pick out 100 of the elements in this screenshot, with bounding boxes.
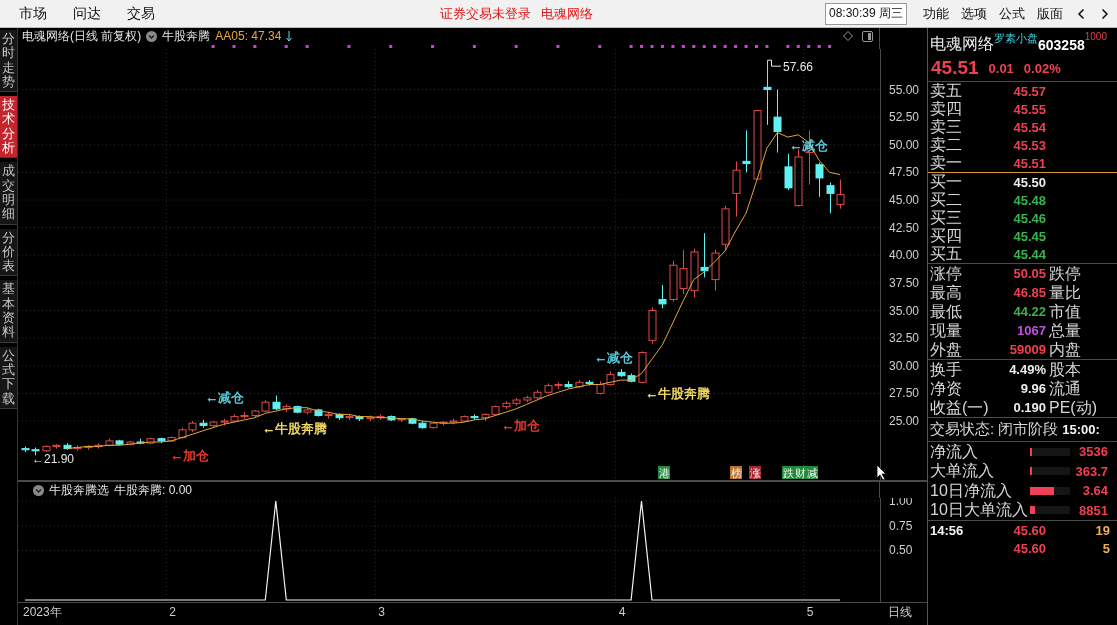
axis-label: 40.00 [889, 248, 920, 263]
book-label: 买一 [930, 174, 963, 190]
stat-label: 现量 [930, 322, 963, 339]
date-label: 3 [378, 605, 385, 619]
book-label: 卖五 [930, 83, 963, 99]
book-price: 45.46 [1012, 210, 1046, 226]
signal-label: ←牛股奔腾 [645, 386, 710, 401]
index-member-tag: 1000 [1084, 31, 1107, 42]
stat-value: 1067 [1016, 323, 1046, 338]
axis-label: 50.00 [889, 137, 920, 152]
book-label: 买二 [930, 192, 963, 208]
tick-volume: 5 [1101, 540, 1111, 556]
stock-name-text: 电魂网络 [541, 4, 593, 23]
book-price: 45.55 [1012, 101, 1046, 117]
book-price: 45.51 [1012, 155, 1046, 171]
event-tag: 减 [806, 466, 818, 479]
clock-display: 08:30:39 周三 [824, 2, 907, 25]
axis-label: 42.50 [889, 220, 920, 235]
stat-label: 内盘 [1048, 341, 1082, 358]
stat-label: 股本 [1048, 361, 1082, 378]
book-price: 45.45 [1012, 228, 1046, 244]
stat-label: 量比 [1048, 284, 1082, 301]
date-label: 5 [806, 605, 814, 619]
event-tag: 涨 [749, 466, 761, 479]
stat-label: 收益(一) [930, 399, 990, 416]
axis-label: 25.00 [889, 414, 920, 428]
axis-label: 52.50 [889, 110, 920, 125]
signal-label: ←减仓 [594, 350, 633, 365]
axis-label: 30.00 [889, 358, 920, 373]
stat-label: 最高 [930, 284, 963, 301]
stat-value: 4.49% [1008, 362, 1046, 377]
flow-value: 363.7 [1074, 463, 1109, 479]
book-label: 卖三 [930, 119, 963, 135]
signal-label: ←牛股奔腾 [262, 421, 327, 436]
index-tag: 罗素小盘 [994, 31, 1038, 46]
stock-code: 603258 [1038, 38, 1085, 52]
stat-label: 市值 [1048, 303, 1082, 320]
book-label: 买五 [930, 246, 963, 262]
flow-value: 3536 [1078, 444, 1109, 460]
axis-label: 47.50 [889, 165, 920, 180]
stat-label: 涨停 [930, 265, 963, 282]
event-tag: 榜 [730, 466, 742, 479]
last-price: 45.51 [931, 57, 979, 79]
tick-price: 45.60 [1012, 540, 1046, 556]
stat-value: 9.96 [1019, 381, 1046, 396]
book-price: 45.54 [1012, 119, 1046, 135]
book-price: 45.53 [1012, 137, 1046, 153]
tick-time: 14:56 [930, 522, 965, 538]
price-label: ←21.90 [32, 452, 75, 466]
book-price: 45.48 [1012, 192, 1046, 208]
login-status-text: 证券交易未登录 [440, 4, 531, 23]
flow-label: 10日净流入 [930, 482, 1013, 499]
price-label: 57.66 [767, 59, 814, 74]
change-percent: 0.02% [1023, 60, 1061, 76]
stat-label: 跌停 [1048, 265, 1082, 282]
signal-label: ←加仓 [501, 418, 540, 433]
stat-label: 外盘 [930, 341, 963, 358]
trade-status-label: 交易状态: [930, 420, 995, 439]
book-label: 买三 [930, 210, 963, 226]
signal-label: ←减仓 [205, 390, 244, 405]
stat-label: PE(动) [1048, 399, 1098, 416]
chart-title: 电魂网络(日线 前复权) [22, 27, 142, 45]
stat-value: 46.85 [1012, 285, 1046, 300]
axis-label: 55.00 [889, 82, 920, 97]
axis-label: 0.50 [889, 543, 913, 558]
date-label: 4 [618, 605, 626, 619]
event-tag: 跌 [782, 466, 794, 479]
flow-label: 净流入 [930, 443, 979, 460]
trade-status-time: 15:00: [1062, 422, 1100, 437]
stock-name: 电魂网络 [930, 36, 994, 52]
book-price: 45.50 [1012, 174, 1046, 190]
stat-value: 50.05 [1012, 266, 1046, 281]
event-tag: 港 [658, 466, 670, 479]
book-price: 45.57 [1012, 83, 1046, 99]
flow-label: 10日大单流入 [930, 502, 1029, 519]
event-tag: 财 [794, 466, 806, 479]
stat-label: 流通 [1048, 380, 1082, 397]
stat-label: 最低 [930, 303, 963, 320]
book-label: 卖二 [930, 137, 963, 153]
book-label: 买四 [930, 228, 963, 244]
annotation: 57.66 [783, 60, 814, 74]
flow-label: 大单流入 [930, 463, 995, 480]
indicator-title: 牛股奔腾选 [49, 481, 109, 499]
date-label: 2 [169, 605, 176, 619]
axis-label: 37.50 [889, 275, 920, 290]
tick-price: 45.60 [1012, 522, 1046, 538]
stat-label: 总量 [1048, 322, 1082, 339]
book-label: 卖四 [930, 101, 963, 117]
axis-label: 32.50 [889, 331, 920, 346]
stat-value: 44.22 [1012, 304, 1046, 319]
book-label: 卖一 [930, 155, 963, 171]
axis-label: 0.75 [889, 518, 913, 533]
axis-label: 35.00 [889, 303, 920, 318]
book-price: 45.44 [1012, 246, 1046, 262]
stat-value: 0.190 [1012, 400, 1046, 415]
date-label: 2023年 [23, 605, 62, 619]
price-change: 0.01 [988, 60, 1014, 76]
signal-label: ←加仓 [170, 448, 209, 463]
indicator-reading: 牛股奔腾: 0.00 [114, 481, 193, 499]
flow-value: 8851 [1078, 502, 1109, 518]
